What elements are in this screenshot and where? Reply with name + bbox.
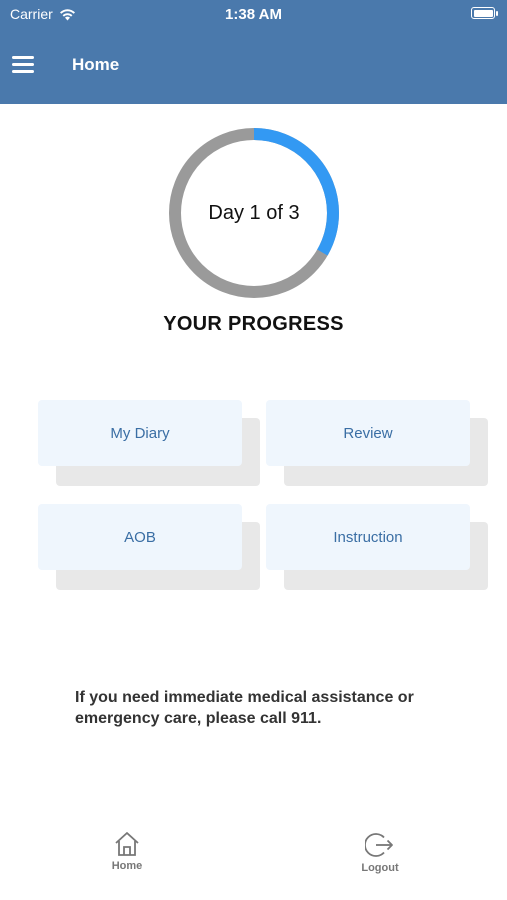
top-bar: Carrier 1:38 AM Home: [0, 0, 507, 104]
tab-logout[interactable]: Logout: [335, 830, 425, 874]
tab-home[interactable]: Home: [82, 830, 172, 872]
battery-icon: [471, 7, 498, 19]
home-screen: Carrier 1:38 AM Home Day 1 of 3 YOUR PRO…: [0, 0, 507, 900]
logout-icon: [365, 833, 393, 857]
review-tile[interactable]: Review: [266, 400, 488, 486]
hamburger-menu-icon[interactable]: [12, 56, 34, 74]
progress-label: Day 1 of 3: [208, 201, 300, 224]
home-icon: [115, 832, 139, 856]
tab-logout-label: Logout: [361, 862, 399, 874]
instruction-tile[interactable]: Instruction: [266, 504, 488, 590]
progress-ring: Day 1 of 3: [168, 127, 340, 299]
my-diary-label: My Diary: [38, 400, 242, 466]
aob-label: AOB: [38, 504, 242, 570]
my-diary-tile[interactable]: My Diary: [38, 400, 260, 486]
aob-tile[interactable]: AOB: [38, 504, 260, 590]
instruction-label: Instruction: [266, 504, 470, 570]
tab-home-label: Home: [111, 860, 143, 872]
review-label: Review: [266, 400, 470, 466]
status-time: 1:38 AM: [225, 6, 282, 23]
nav-title: Home: [72, 55, 120, 74]
progress-heading: YOUR PROGRESS: [163, 313, 344, 335]
emergency-notice: If you need immediate medical assistance…: [75, 689, 414, 727]
